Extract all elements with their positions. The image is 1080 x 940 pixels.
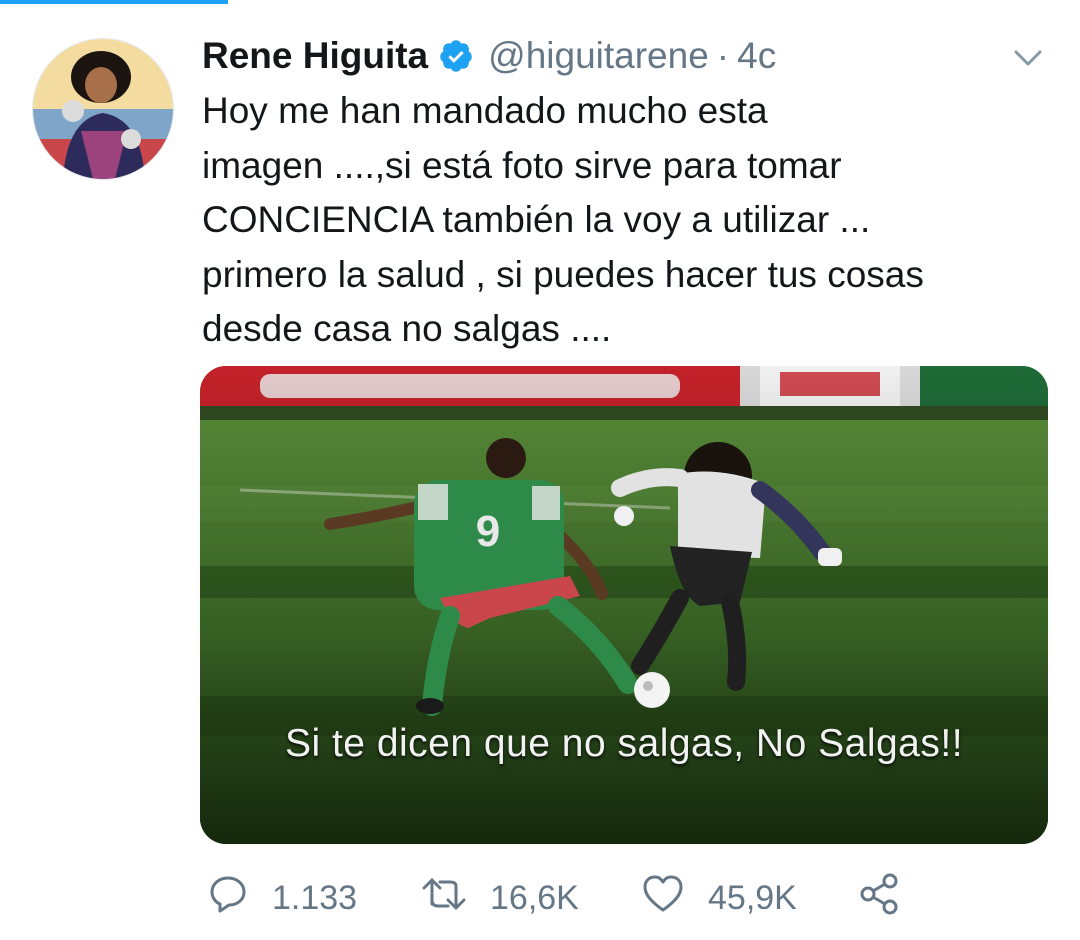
reply-button[interactable]: 1.133 [206, 870, 357, 926]
chevron-down-icon[interactable] [1010, 40, 1046, 76]
retweet-icon [420, 872, 490, 925]
retweet-button[interactable]: 16,6K [420, 870, 579, 926]
top-progress-bar [0, 0, 228, 4]
like-count: 45,9K [708, 878, 797, 917]
tweet-text-line: Hoy me han mandado mucho esta [202, 90, 768, 131]
separator-dot: · [716, 35, 730, 76]
tweet-text-line: imagen ....,si está foto sirve para toma… [202, 144, 842, 186]
like-button[interactable]: 45,9K [640, 870, 797, 926]
tweet-time[interactable]: 4c [737, 35, 776, 77]
verified-badge-icon [438, 38, 474, 74]
avatar[interactable] [32, 38, 174, 180]
author-handle[interactable]: @higuitarene [488, 35, 709, 77]
tweet-text: Hoy me han mandado mucho esta imagen ...… [202, 84, 1052, 357]
reply-count: 1.133 [272, 878, 358, 917]
tweet-text-line: primero la salud , si puedes hacer tus c… [202, 253, 924, 295]
reply-icon [206, 872, 272, 925]
image-caption: Si te dicen que no salgas, No Salgas!! [284, 722, 964, 765]
tweet-header: Rene Higuita @higuitarene · 4c [202, 32, 776, 80]
tweet-image[interactable]: 9 Si te dicen que no salgas, No Salgas!! [200, 366, 1048, 844]
share-icon [858, 872, 924, 925]
tweet-text-line: CONCIENCIA también la voy a utilizar ... [202, 199, 871, 240]
action-bar: 1.133 16,6K 45,9K [0, 870, 1080, 926]
jersey-number: 9 [476, 507, 500, 556]
share-button[interactable] [858, 870, 924, 926]
author-name[interactable]: Rene Higuita [202, 35, 428, 77]
heart-icon [640, 872, 708, 925]
tweet-text-line: desde casa no salgas .... [202, 308, 612, 349]
retweet-count: 16,6K [490, 878, 579, 917]
